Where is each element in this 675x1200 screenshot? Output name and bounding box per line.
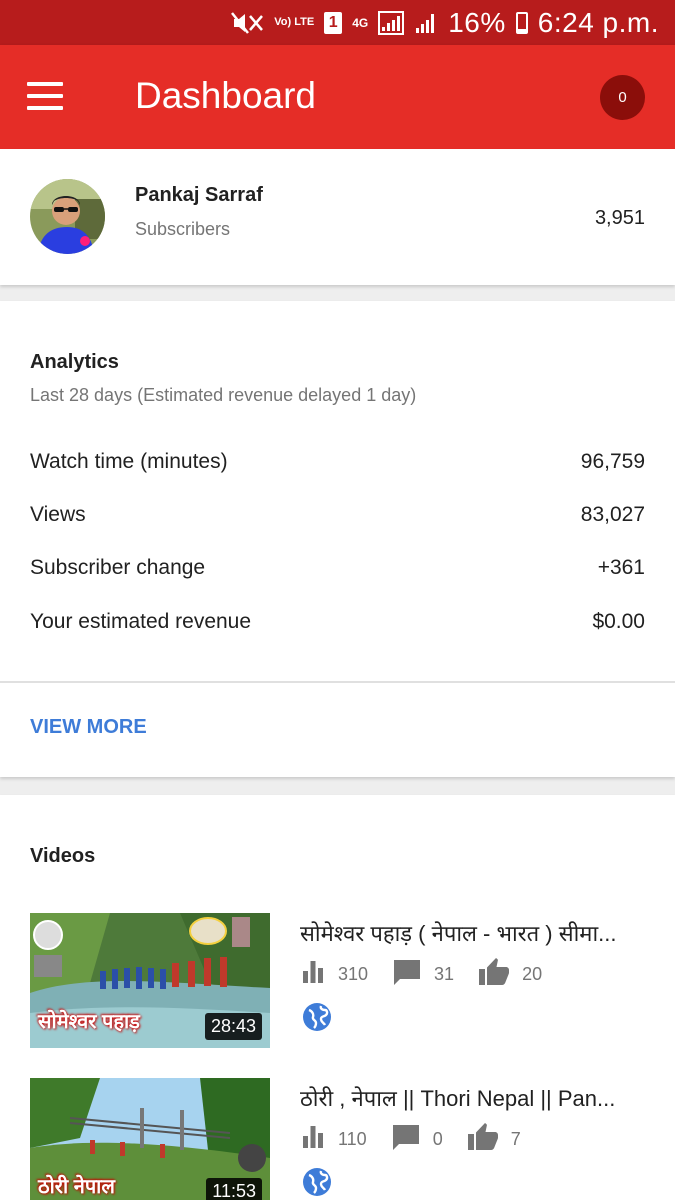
- subscriber-count: 3,951: [594, 207, 645, 229]
- signal-icon-2: [414, 11, 438, 35]
- views-stat: 110: [300, 1124, 367, 1155]
- battery-icon: [515, 11, 528, 34]
- clock: 6:24 p.m.: [537, 6, 659, 38]
- status-bar: Vo) LTE 1 4G 16% 6:24 p.m.: [0, 0, 675, 45]
- notification-badge[interactable]: 0: [600, 75, 645, 120]
- comments-stat: 0: [391, 1123, 443, 1156]
- metric-value: +361: [597, 556, 645, 579]
- avatar: [30, 179, 105, 254]
- video-title: सोमेश्वर पहाड़ ( नेपाल - भारत ) सीमा...: [300, 921, 617, 946]
- volte-indicator: Vo) LTE: [274, 16, 315, 28]
- metric-label: Subscriber change: [30, 556, 206, 579]
- comments-stat: 31: [392, 958, 454, 991]
- videos-title: Videos: [30, 845, 96, 867]
- globe-icon: [302, 1167, 332, 1200]
- analytics-subtitle: Last 28 days (Estimated revenue delayed …: [30, 385, 417, 405]
- thumbnail-text: सोमेश्वर पहाड़: [38, 1011, 140, 1033]
- video-stats: 310 31 20: [300, 958, 566, 991]
- comments-count: 31: [434, 964, 455, 984]
- mute-icon: [230, 11, 264, 35]
- bar-chart-icon: [300, 959, 338, 990]
- hamburger-menu-icon[interactable]: [27, 82, 63, 110]
- thumbnail-text: ठोरी नेपाल: [38, 1176, 115, 1198]
- analytics-title: Analytics: [30, 351, 119, 373]
- data-type-indicator: 4G: [352, 15, 369, 30]
- thumbs-up-icon: [467, 1123, 511, 1156]
- channel-card[interactable]: [0, 149, 675, 285]
- metric-estimated-revenue: Your estimated revenue $0.00: [30, 607, 645, 637]
- comment-icon: [391, 1123, 433, 1156]
- likes-count: 20: [522, 964, 543, 984]
- views-count: 310: [338, 964, 369, 984]
- app-bar: Dashboard 0: [0, 45, 675, 149]
- metric-label: Watch time (minutes): [30, 450, 228, 473]
- metric-value: $0.00: [592, 610, 645, 633]
- metric-label: Views: [30, 503, 86, 526]
- comments-count: 0: [432, 1129, 443, 1149]
- video-item[interactable]: ठोरी नेपाल 11:53 ठोरी , नेपाल || Thori N…: [0, 1078, 675, 1200]
- globe-icon: [302, 1002, 332, 1037]
- thumbs-up-icon: [478, 958, 522, 991]
- channel-subscribers-label: Subscribers: [135, 219, 231, 239]
- metric-value: 96,759: [580, 450, 645, 473]
- metric-value: 83,027: [580, 503, 645, 526]
- channel-name: Pankaj Sarraf: [135, 184, 263, 206]
- video-stats: 110 0 7: [300, 1123, 545, 1156]
- view-more-button[interactable]: VIEW MORE: [30, 716, 147, 739]
- video-thumbnail[interactable]: सोमेश्वर पहाड़ 28:43: [30, 913, 270, 1048]
- video-thumbnail[interactable]: ठोरी नेपाल 11:53: [30, 1078, 270, 1200]
- likes-stat: 7: [467, 1123, 521, 1156]
- videos-card: Videos सोमेश्वर पहाड़ 28:43 सोमेश्वर पहा…: [0, 795, 675, 1200]
- signal-icon: [378, 10, 405, 35]
- bar-chart-icon: [300, 1124, 338, 1155]
- page-title: Dashboard: [135, 75, 317, 116]
- sim-icon: 1: [324, 11, 343, 34]
- comment-icon: [392, 958, 434, 991]
- views-count: 110: [338, 1129, 367, 1149]
- video-item[interactable]: सोमेश्वर पहाड़ 28:43 सोमेश्वर पहाड़ ( ने…: [0, 913, 675, 1053]
- metric-views: Views 83,027: [30, 500, 645, 530]
- views-stat: 310: [300, 959, 368, 990]
- likes-stat: 20: [478, 958, 542, 991]
- metric-subscriber-change: Subscriber change +361: [30, 553, 645, 583]
- metric-label: Your estimated revenue: [30, 610, 252, 633]
- video-duration: 28:43: [204, 1013, 262, 1040]
- divider: [0, 681, 675, 683]
- analytics-card: Analytics Last 28 days (Estimated revenu…: [0, 301, 675, 777]
- likes-count: 7: [510, 1129, 521, 1149]
- battery-percent: 16%: [448, 6, 506, 38]
- metric-watch-time: Watch time (minutes) 96,759: [30, 447, 645, 477]
- video-duration: 11:53: [206, 1178, 262, 1200]
- video-title: ठोरी , नेपाल || Thori Nepal || Pan...: [300, 1086, 616, 1111]
